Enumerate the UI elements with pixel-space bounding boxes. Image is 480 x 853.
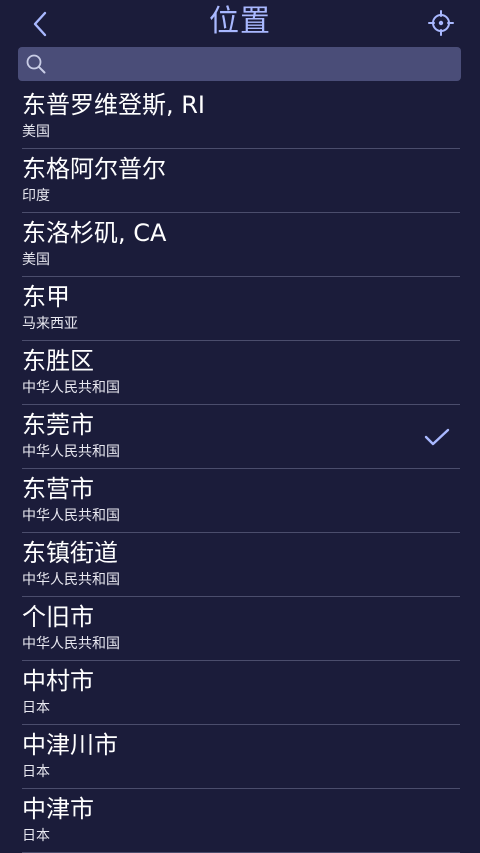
location-name: 东莞市 — [22, 411, 94, 439]
location-name: 东胜区 — [22, 347, 94, 375]
location-name: 中津市 — [22, 795, 94, 823]
location-name: 中村市 — [22, 667, 94, 695]
list-item[interactable]: 中津川市 日本 — [0, 725, 480, 789]
locate-button[interactable] — [426, 8, 456, 38]
location-name: 东普罗维登斯, RI — [22, 91, 206, 119]
list-item[interactable]: 东格阿尔普尔 印度 — [0, 149, 480, 213]
page-title: 位置 — [209, 4, 271, 39]
list-item[interactable]: 东胜区中华人民共和国 — [0, 341, 480, 405]
list-item[interactable]: 个旧市中华人民共和国 — [0, 597, 480, 661]
location-country: 马来西亚 — [22, 316, 78, 332]
location-name: 东镇街道 — [22, 539, 118, 567]
location-country: 中华人民共和国 — [22, 444, 120, 460]
location-country: 中华人民共和国 — [22, 380, 120, 396]
location-list: 东普罗维登斯, RI 美国 东格阿尔普尔 印度 东洛杉矶, CA 美国 东甲 马来西亚 东胜区中… — [0, 85, 480, 853]
list-item[interactable]: 东甲 马来西亚 — [0, 277, 480, 341]
crosshair-icon — [428, 10, 454, 36]
location-country: 日本 — [22, 828, 50, 844]
location-country: 美国 — [22, 124, 50, 140]
location-name: 东营市 — [22, 475, 94, 503]
location-country: 日本 — [22, 764, 50, 780]
checkmark-icon — [424, 428, 450, 446]
location-name: 东格阿尔普尔 — [22, 155, 166, 183]
search-icon — [25, 53, 47, 75]
location-name: 东洛杉矶, CA — [22, 219, 167, 247]
location-name: 个旧市 — [22, 603, 94, 631]
location-country: 印度 — [22, 188, 50, 204]
search-bar[interactable] — [18, 47, 461, 81]
location-country: 中华人民共和国 — [22, 572, 120, 588]
header: 位置 — [0, 0, 480, 46]
location-name: 东甲 — [22, 283, 70, 311]
list-item[interactable]: 中村市 日本 — [0, 661, 480, 725]
search-input[interactable] — [53, 48, 453, 80]
list-item[interactable]: 东洛杉矶, CA 美国 — [0, 213, 480, 277]
location-country: 美国 — [22, 252, 50, 268]
list-item[interactable]: 东普罗维登斯, RI 美国 — [0, 85, 480, 149]
location-country: 中华人民共和国 — [22, 508, 120, 524]
location-country: 日本 — [22, 700, 50, 716]
list-item[interactable]: 东莞市中华人民共和国 — [0, 405, 480, 469]
location-country: 中华人民共和国 — [22, 636, 120, 652]
location-name: 中津川市 — [22, 731, 118, 759]
list-item[interactable]: 东营市中华人民共和国 — [0, 469, 480, 533]
list-item[interactable]: 中津市 日本 — [0, 789, 480, 853]
list-item[interactable]: 东镇街道中华人民共和国 — [0, 533, 480, 597]
